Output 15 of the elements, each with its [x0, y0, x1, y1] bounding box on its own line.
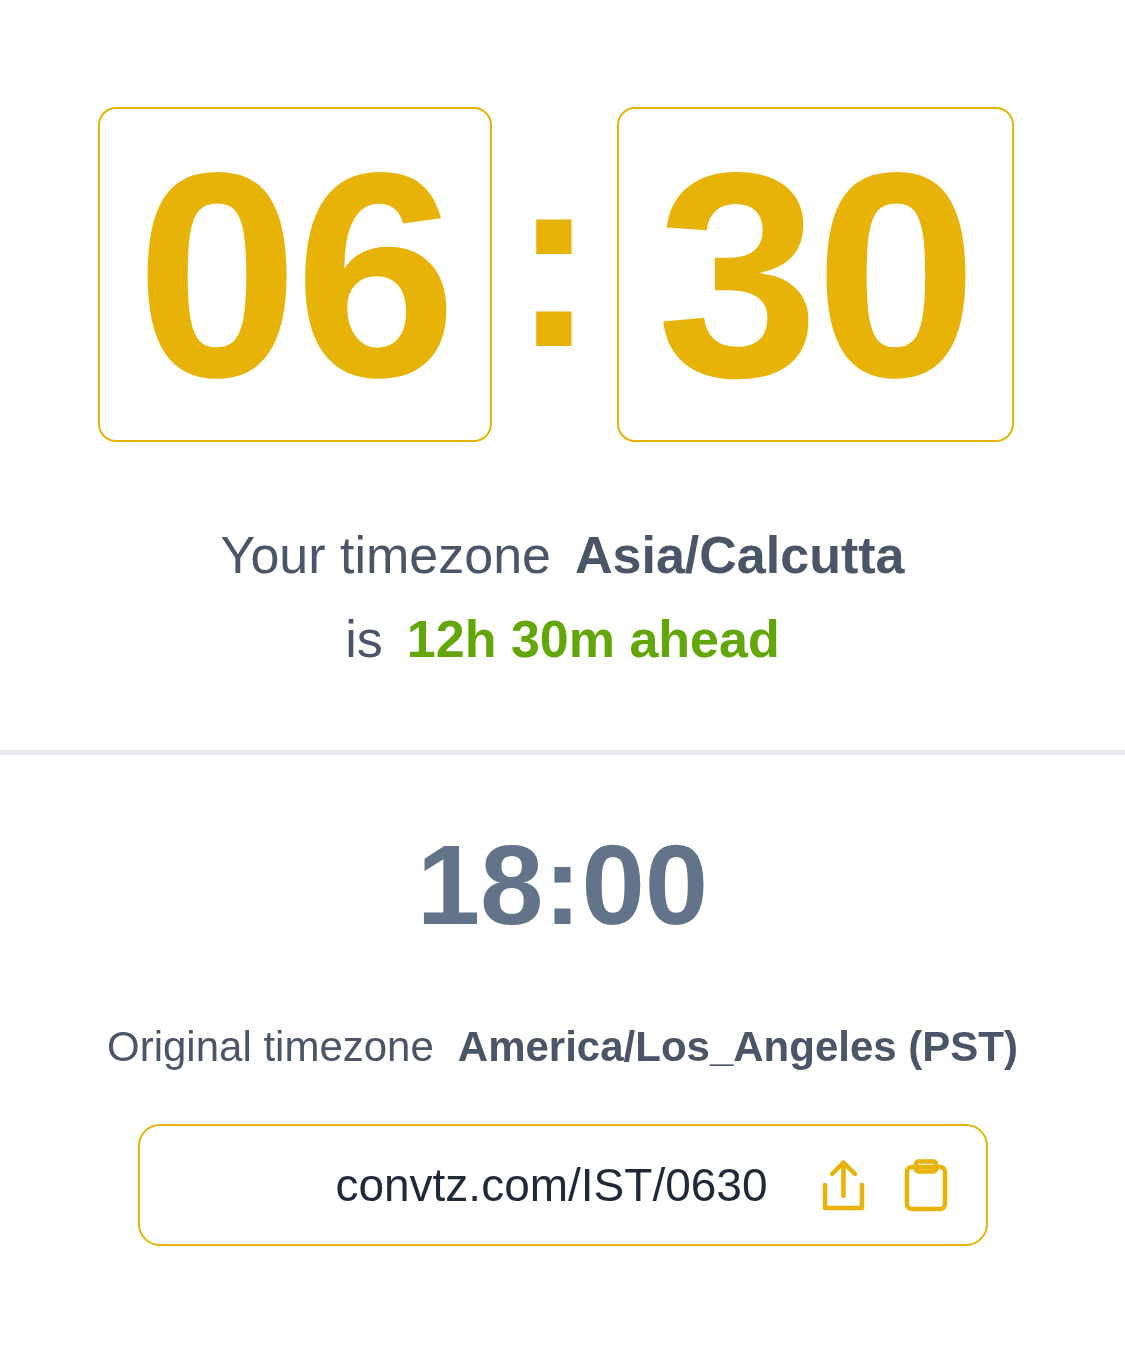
timezone-label: Your timezone	[220, 525, 552, 586]
offset-text: 12h 30m ahead	[406, 609, 780, 670]
share-url[interactable]: convtz.com/IST/0630	[335, 1150, 768, 1220]
hours-display: 06	[97, 107, 492, 442]
clipboard-icon	[903, 1158, 948, 1212]
original-time: 18:00	[416, 820, 709, 950]
minutes-display: 30	[616, 107, 1014, 442]
timezone-name: Asia/Calcutta	[575, 525, 905, 586]
copy-button[interactable]	[903, 1158, 948, 1212]
original-timezone-label: Original timezone	[107, 1021, 434, 1072]
connector-text: is	[345, 609, 383, 670]
share-button[interactable]	[820, 1158, 866, 1212]
original-timezone-name: America/Los_Angeles (PST)	[457, 1021, 1018, 1072]
share-icon	[820, 1158, 866, 1212]
time-separator: :	[511, 134, 597, 401]
